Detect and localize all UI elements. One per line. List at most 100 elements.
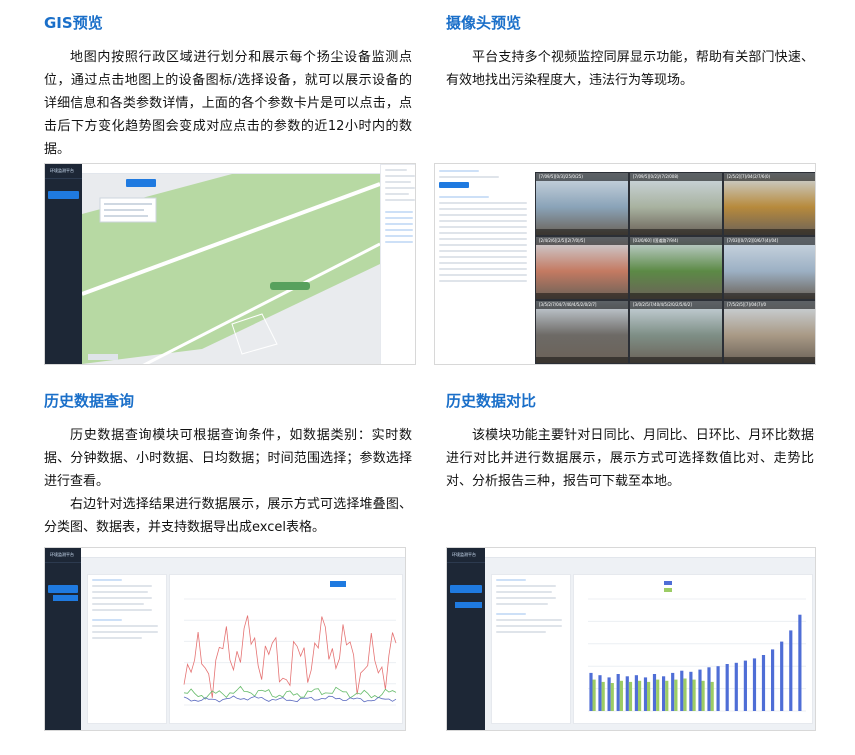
sidebar-item <box>450 565 482 573</box>
bar-blue <box>716 666 720 711</box>
camera-tile-controls <box>536 229 628 235</box>
bar-blue <box>643 677 648 711</box>
history-compare-title: 历史数据对比 <box>446 392 537 410</box>
bar-green <box>592 679 596 711</box>
hc-query-panel <box>491 574 571 724</box>
hc-chart-panel <box>573 574 813 724</box>
camera-grid: [7/09/5][0/3]/25/0/25) [7/09/5][0/2]/(7/2… <box>535 172 815 364</box>
bar-blue <box>698 669 702 711</box>
sidebar-item <box>450 627 482 635</box>
hc-bar-chart <box>588 581 806 712</box>
bar-blue <box>662 676 666 711</box>
history-compare-text: 该模块功能主要针对日同比、月同比、日环比、月环比数据进行对比并进行数据展示，展示… <box>446 428 814 489</box>
sidebar-logo: 环境监测平台 <box>45 164 82 179</box>
legend-swatch-green <box>664 588 672 592</box>
camera-tile[interactable]: [7/03][0/7/2][0/6/7(4)/04] <box>724 237 815 299</box>
sidebar-item-active <box>450 585 482 593</box>
gis-screenshot: 环境监测平台 <box>44 163 416 365</box>
camera-screenshot: [7/09/5][0/3]/25/0/25) [7/09/5][0/2]/(7/2… <box>434 163 816 365</box>
bar-green <box>601 681 605 711</box>
bar-green <box>692 679 696 711</box>
sidebar-sub <box>455 609 482 615</box>
camera-tile[interactable]: [03/0/60] (国道路7/9/4) <box>630 237 722 299</box>
history-query-description: 历史数据查询模块可根据查询条件，如数据类别：实时数据、分钟数据、小时数据、日均数… <box>44 424 412 539</box>
bar-green <box>710 681 714 711</box>
sidebar-sub <box>53 602 78 608</box>
history-query-text-2: 右边针对选择结果进行数据展示，展示方式可选择堆叠图、分类图、数据表，并支持数据导… <box>44 497 412 535</box>
hq-chart-panel <box>169 574 403 724</box>
series-line-red <box>183 615 397 698</box>
bar-green <box>683 678 687 711</box>
bar-green <box>665 680 669 711</box>
camera-tile[interactable]: [7/09/5][0/3]/25/0/25) <box>536 173 628 235</box>
bar-blue <box>798 614 802 711</box>
series-line-green <box>183 685 397 700</box>
bar-green <box>610 683 614 711</box>
sidebar-sub <box>53 609 78 615</box>
bar-blue <box>689 671 693 711</box>
sidebar-item <box>48 641 78 649</box>
sidebar-item <box>48 209 79 217</box>
history-query-title: 历史数据查询 <box>44 392 135 410</box>
bar-blue <box>743 660 747 711</box>
camera-tile[interactable]: [3/0/2/5/7/40/4/5/2/0/2/5/0/2] <box>630 301 722 363</box>
camera-tile-label: [7/5/2/5][7]/04(7)/0 <box>724 301 815 309</box>
sidebar-sub-active <box>455 602 482 608</box>
sidebar-sub <box>53 201 79 207</box>
sidebar-item <box>450 617 482 625</box>
sidebar-item <box>48 181 79 189</box>
hc-topbar <box>485 548 815 558</box>
camera-tile[interactable]: [7/5/2/5][7]/04(7)/0 <box>724 301 815 363</box>
bar-blue <box>634 675 638 711</box>
camera-tile[interactable]: [2/5/2][7]/04(2/7/6(0) <box>724 173 815 235</box>
legend-swatch-blue <box>664 581 672 585</box>
bar-blue <box>616 674 620 711</box>
camera-tile-label: [03/0/60] (国道路7/9/4) <box>630 237 722 245</box>
bar-blue <box>589 672 593 711</box>
history-compare-description: 该模块功能主要针对日同比、月同比、日环比、月环比数据进行对比并进行数据展示，展示… <box>446 424 814 493</box>
bar-blue <box>789 630 793 711</box>
bar-blue <box>707 667 711 711</box>
camera-tile-label: [2/4/2/6][2/5][2(7/0)/5] <box>536 237 628 245</box>
sidebar-item <box>48 565 78 573</box>
bar-green <box>656 679 660 711</box>
camera-tile-label: [3/5/2/7/04/7/40/4/5/2/0/2/7] <box>536 301 628 309</box>
sidebar-item <box>48 575 78 583</box>
sidebar-item <box>48 651 78 659</box>
gis-title: GIS预览 <box>44 14 103 32</box>
hq-sidebar: 环境监测平台 <box>45 548 81 730</box>
sidebar-logo: 环境监测平台 <box>45 548 81 563</box>
camera-tile-controls <box>724 357 815 363</box>
camera-description: 平台支持多个视频监控同屏显示功能，帮助有关部门快速、有效地找出污染程度大，违法行… <box>446 46 814 92</box>
bar-blue <box>734 662 738 711</box>
bar-blue <box>607 677 611 711</box>
camera-text: 平台支持多个视频监控同屏显示功能，帮助有关部门快速、有效地找出污染程度大，违法行… <box>446 50 814 88</box>
bar-blue <box>752 658 757 711</box>
camera-tile-label: [3/0/2/5/7/40/4/5/2/0/2/5/0/2] <box>630 301 722 309</box>
camera-tile-label: [7/09/5][0/2]/(7/2/008) <box>630 173 722 181</box>
sidebar-item <box>48 219 79 227</box>
bar-blue <box>725 664 729 711</box>
series-line-blue <box>183 695 397 703</box>
sidebar-item <box>48 229 79 237</box>
history-compare-screenshot: 环境监测平台 <box>446 547 816 731</box>
camera-title: 摄像头预览 <box>446 14 522 32</box>
bar-green <box>647 681 651 711</box>
camera-tile-controls <box>630 293 722 299</box>
camera-tile-controls <box>536 357 628 363</box>
camera-tile[interactable]: [2/4/2/6][2/5][2(7/0)/5] <box>536 237 628 299</box>
camera-tile-controls <box>630 229 722 235</box>
camera-tile-controls <box>724 293 815 299</box>
history-query-text-1: 历史数据查询模块可根据查询条件，如数据类别：实时数据、分钟数据、小时数据、日均数… <box>44 428 412 489</box>
bar-blue <box>625 676 629 711</box>
bar-green <box>638 680 642 711</box>
camera-tile-label: [7/09/5][0/3]/25/0/25) <box>536 173 628 181</box>
camera-device-list <box>435 164 533 364</box>
history-query-screenshot: 环境监测平台 <box>44 547 406 731</box>
camera-tile-label: [2/5/2][7]/04(2/7/6(0) <box>724 173 815 181</box>
gis-topbar <box>82 164 415 174</box>
gis-description: 地图内按照行政区域进行划分和展示每个扬尘设备监测点位，通过点击地图上的设备图标/… <box>44 46 412 161</box>
camera-tile[interactable]: [7/09/5][0/2]/(7/2/008) <box>630 173 722 235</box>
bar-blue <box>652 674 657 711</box>
camera-tile[interactable]: [3/5/2/7/04/7/40/4/5/2/0/2/7] <box>536 301 628 363</box>
